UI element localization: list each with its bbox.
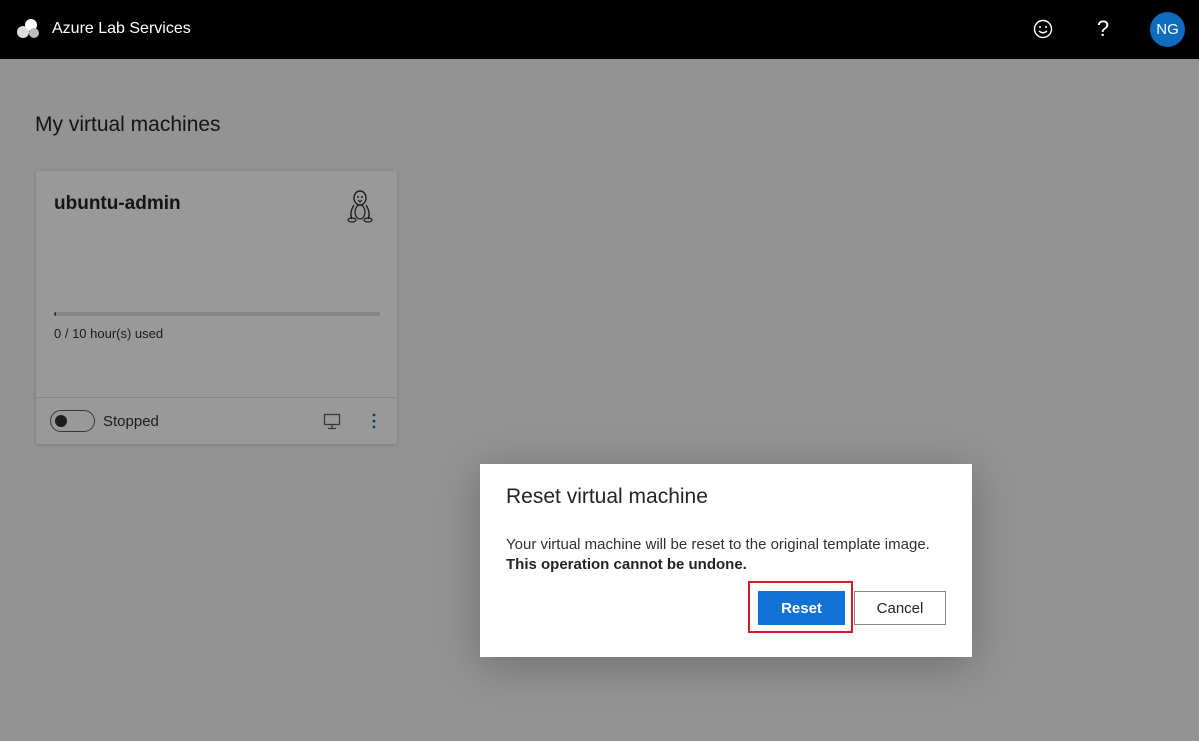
app-title: Azure Lab Services bbox=[52, 20, 191, 37]
help-icon: ? bbox=[1096, 16, 1110, 41]
azure-lab-services-logo-icon bbox=[17, 19, 39, 38]
smiley-feedback-icon bbox=[1033, 19, 1053, 39]
dialog-warning: This operation cannot be undone. bbox=[506, 556, 747, 573]
top-navigation-bar: Azure Lab Services ? NG bbox=[0, 0, 1199, 59]
dialog-message: Your virtual machine will be reset to th… bbox=[506, 536, 930, 553]
reset-button[interactable]: Reset bbox=[758, 591, 845, 625]
user-avatar[interactable]: NG bbox=[1150, 12, 1185, 47]
dialog-title: Reset virtual machine bbox=[506, 485, 708, 508]
help-button[interactable]: ? bbox=[1088, 14, 1118, 44]
reset-vm-dialog: Reset virtual machine Your virtual machi… bbox=[480, 464, 972, 657]
feedback-button[interactable] bbox=[1028, 14, 1058, 44]
cancel-button[interactable]: Cancel bbox=[854, 591, 946, 625]
